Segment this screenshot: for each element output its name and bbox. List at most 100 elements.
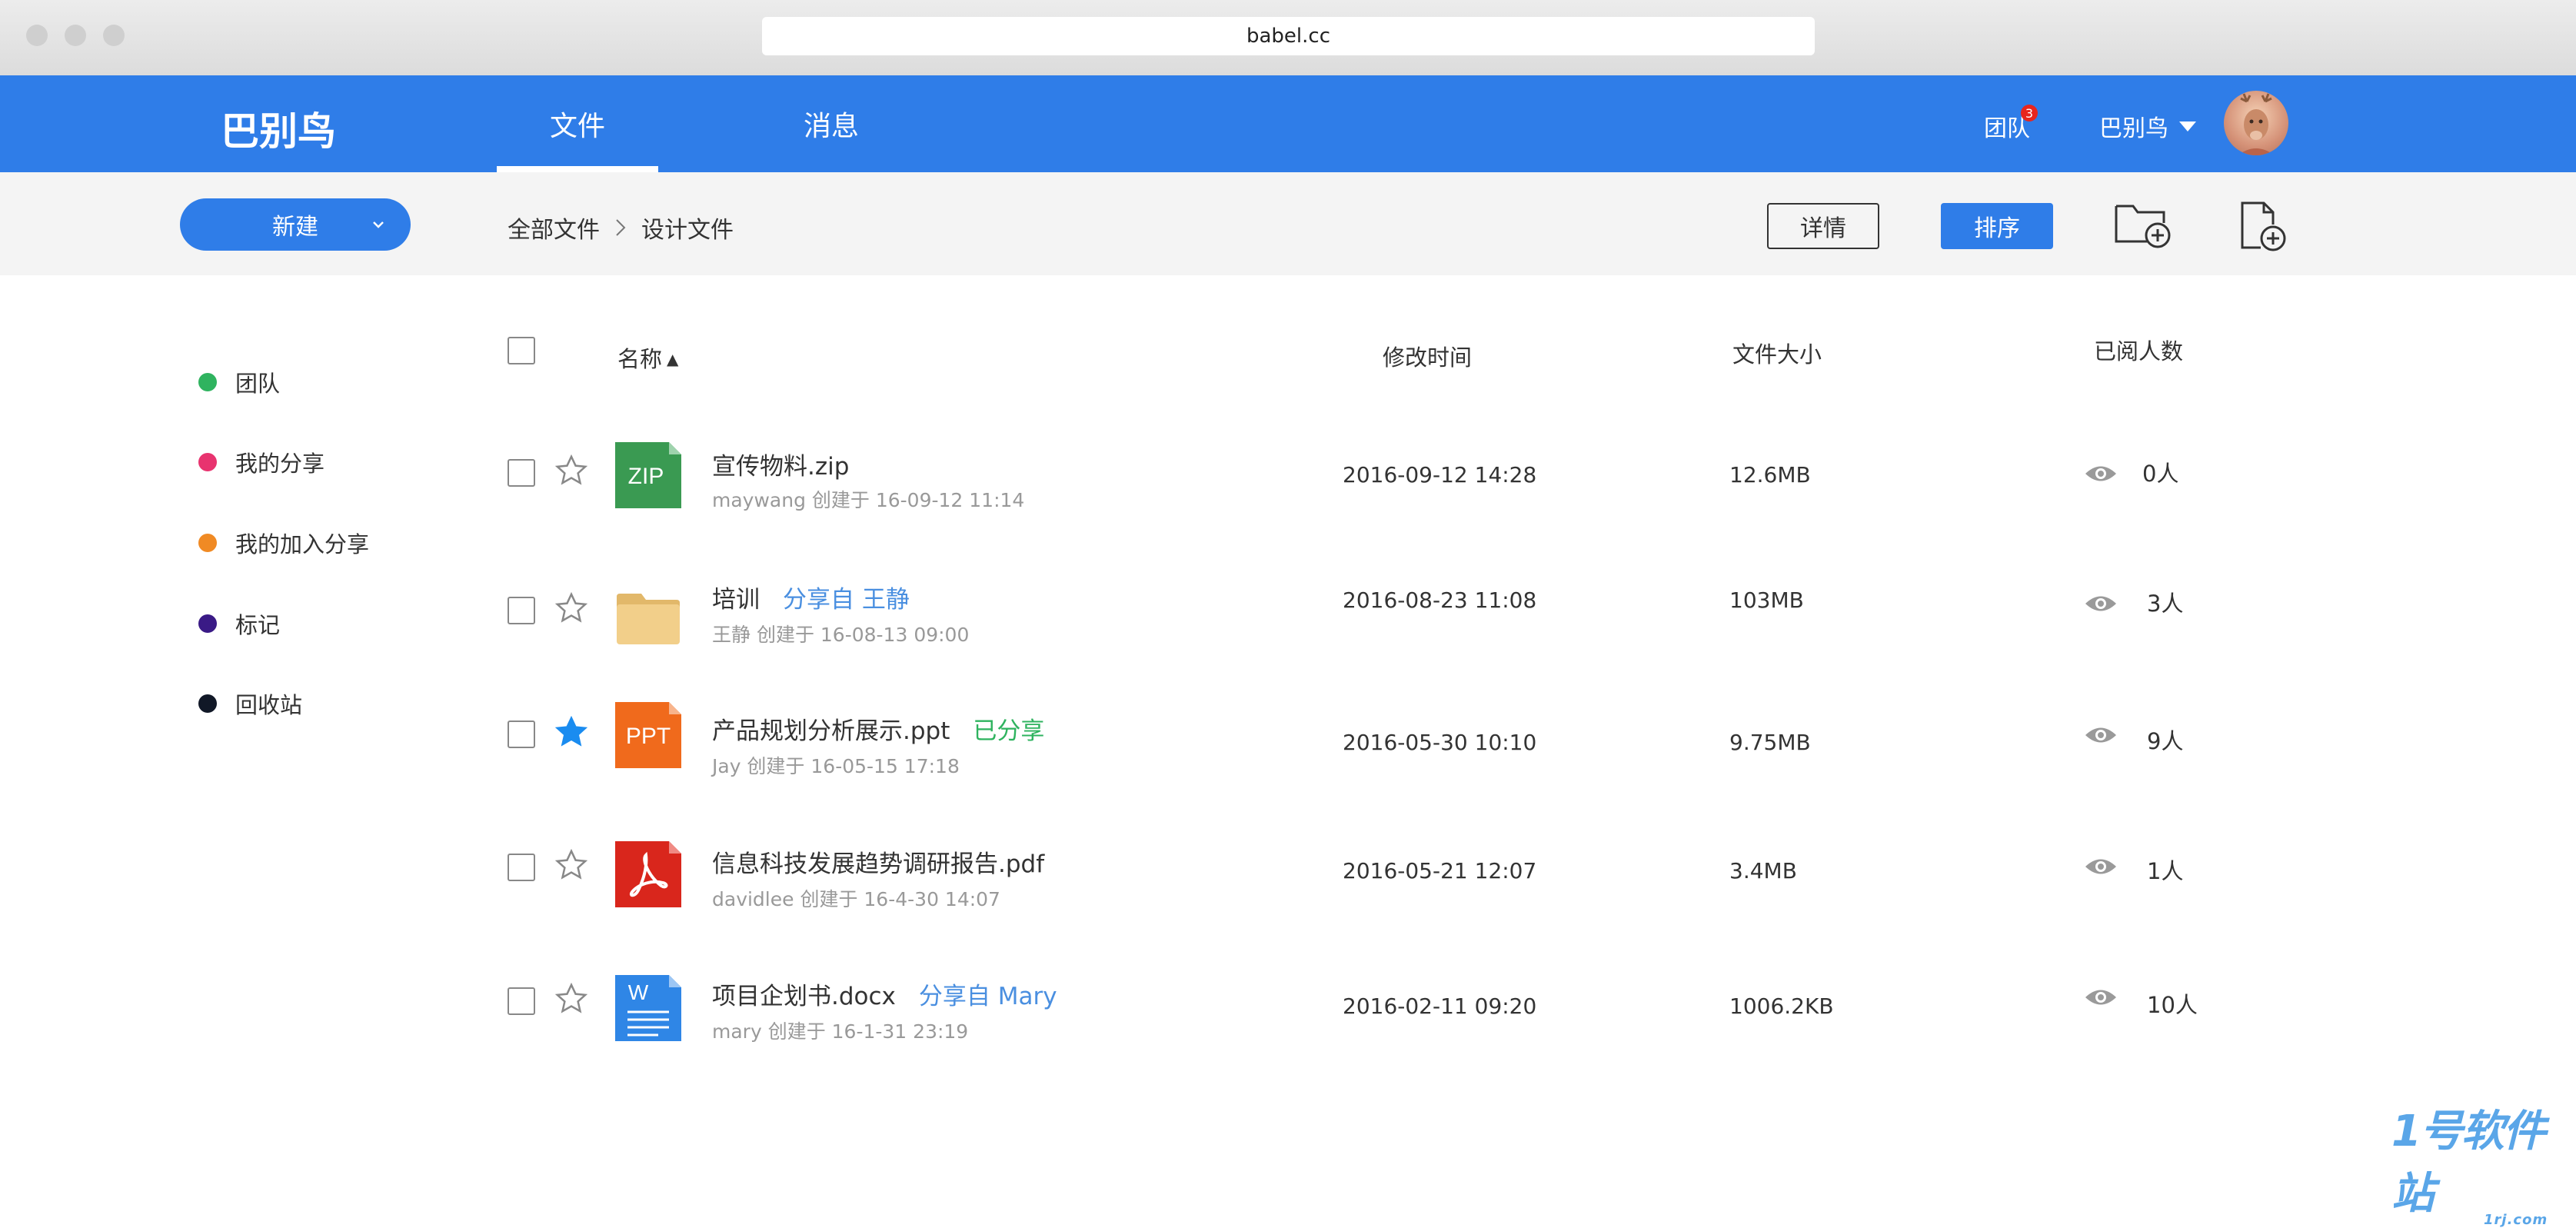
site-watermark: 1号软件站 1rj.com <box>2391 1097 2576 1228</box>
shared-tag: 已分享 <box>973 717 1045 745</box>
window-zoom-button[interactable] <box>103 25 125 46</box>
file-size: 3.4MB <box>1729 858 1797 884</box>
status-dot <box>198 534 217 552</box>
window-close-button[interactable] <box>26 25 48 46</box>
file-name[interactable]: 培训 分享自 王静 <box>712 580 910 614</box>
reader-count: 1人 <box>2147 858 2184 884</box>
deer-avatar-icon <box>2238 93 2275 155</box>
row-checkbox[interactable] <box>508 854 535 881</box>
new-folder-icon[interactable] <box>2113 198 2173 249</box>
file-size: 103MB <box>1729 587 1804 613</box>
sort-button-label: 排序 <box>1974 215 2020 242</box>
eye-icon <box>2085 859 2116 874</box>
file-meta: 王静 创建于 16-08-13 09:00 <box>712 624 970 646</box>
table-row[interactable]: PPT 产品规划分析展示.ppt 已分享 Jay 创建于 16-05-15 17:… <box>0 681 2576 788</box>
user-menu[interactable]: 巴别鸟 <box>2099 109 2196 143</box>
file-name-text: 宣传物料.zip <box>712 453 850 481</box>
file-meta: maywang 创建于 16-09-12 11:14 <box>712 489 1025 511</box>
ppt-icon-text: PPT <box>626 724 671 749</box>
zip-icon-text: ZIP <box>628 464 664 489</box>
file-name[interactable]: 产品规划分析展示.ppt 已分享 <box>712 711 1044 746</box>
star-outline-icon[interactable] <box>554 981 589 1017</box>
sidebar-item-team[interactable]: 团队 <box>198 366 280 398</box>
shared-from-tag: 分享自 Mary <box>918 983 1057 1010</box>
row-checkbox[interactable] <box>508 459 535 487</box>
new-button-label: 新建 <box>272 214 318 241</box>
notification-badge: 3 <box>2021 105 2038 121</box>
tab-files[interactable]: 文件 <box>497 75 658 172</box>
toolbar: 新建 全部文件 设计文件 详情 排序 <box>0 172 2576 275</box>
address-bar[interactable]: babel.cc <box>762 17 1815 55</box>
star-filled-icon[interactable] <box>554 714 589 750</box>
watermark-main: 1号软件站 <box>2391 1107 2546 1219</box>
avatar[interactable] <box>2224 91 2288 155</box>
zip-icon: ZIP <box>615 442 681 508</box>
watermark-sub: 1rj.com <box>2484 1212 2548 1228</box>
column-size[interactable]: 文件大小 <box>1732 337 1822 369</box>
file-size: 12.6MB <box>1729 462 1811 488</box>
table-row[interactable]: ZIP 宣传物料.zip maywang 创建于 16-09-12 11:14 … <box>0 419 2576 527</box>
table-row[interactable]: 信息科技发展趋势调研报告.pdf davidlee 创建于 16-4-30 14… <box>0 815 2576 923</box>
file-meta: Jay 创建于 16-05-15 17:18 <box>712 755 960 777</box>
folder-icon <box>617 594 680 644</box>
new-button[interactable]: 新建 <box>180 198 411 251</box>
word-icon-text: W <box>628 980 649 1004</box>
url-text: babel.cc <box>1246 25 1330 48</box>
word-icon: W <box>615 975 681 1041</box>
row-checkbox[interactable] <box>508 987 535 1015</box>
star-outline-icon[interactable] <box>554 453 589 488</box>
eye-icon <box>2085 466 2116 481</box>
column-name[interactable]: 名称 ▲ <box>617 341 678 374</box>
file-name-text: 产品规划分析展示.ppt <box>712 717 950 745</box>
details-button-label: 详情 <box>1800 215 1846 242</box>
pdf-icon <box>615 841 681 907</box>
brand-logo[interactable]: 巴别鸟 <box>221 101 336 156</box>
star-outline-icon[interactable] <box>554 847 589 883</box>
file-name[interactable]: 信息科技发展趋势调研报告.pdf <box>712 844 1044 879</box>
chevron-right-icon <box>616 219 626 236</box>
row-checkbox[interactable] <box>508 720 535 748</box>
file-name-text: 项目企划书.docx <box>712 983 896 1010</box>
eye-icon <box>2085 727 2116 743</box>
tab-messages-label: 消息 <box>803 111 859 142</box>
modified-time: 2016-05-30 10:10 <box>1343 730 1537 755</box>
column-name-label: 名称 <box>617 346 663 372</box>
file-name[interactable]: 宣传物料.zip <box>712 447 849 481</box>
reader-count: 10人 <box>2147 992 2198 1018</box>
file-meta: mary 创建于 16-1-31 23:19 <box>712 1020 969 1043</box>
breadcrumb-all-files[interactable]: 全部文件 <box>508 211 600 245</box>
star-outline-icon[interactable] <box>554 591 589 626</box>
user-name: 巴别鸟 <box>2099 115 2168 142</box>
file-size: 1006.2KB <box>1729 993 1834 1019</box>
file-name-text: 信息科技发展趋势调研报告.pdf <box>712 850 1045 878</box>
tab-files-label: 文件 <box>549 111 605 142</box>
row-checkbox[interactable] <box>508 597 535 624</box>
file-name[interactable]: 项目企划书.docx 分享自 Mary <box>712 977 1057 1011</box>
reader-count: 0人 <box>2142 461 2179 487</box>
sidebar-item-joined-shares[interactable]: 我的加入分享 <box>198 527 369 559</box>
details-button[interactable]: 详情 <box>1767 203 1879 249</box>
sort-button[interactable]: 排序 <box>1941 203 2053 249</box>
reader-count: 3人 <box>2147 591 2184 617</box>
modified-time: 2016-08-23 11:08 <box>1343 587 1537 613</box>
column-readers[interactable]: 已阅人数 <box>2094 334 2183 366</box>
file-size: 9.75MB <box>1729 730 1811 755</box>
modified-time: 2016-05-21 12:07 <box>1343 858 1537 884</box>
new-file-icon[interactable] <box>2238 198 2288 254</box>
select-all-checkbox[interactable] <box>508 337 535 364</box>
table-row[interactable]: W 项目企划书.docx 分享自 Mary mary 创建于 16-1-31 23… <box>0 949 2576 1057</box>
tab-messages[interactable]: 消息 <box>751 75 912 172</box>
breadcrumb: 全部文件 设计文件 <box>508 211 734 245</box>
browser-chrome: babel.cc <box>0 0 2576 76</box>
ppt-icon: PPT <box>615 702 681 768</box>
file-name-text: 培训 <box>712 586 760 614</box>
table-row[interactable]: 培训 分享自 王静 王静 创建于 16-08-13 09:00 2016-08-2… <box>0 557 2576 664</box>
sidebar-item-label: 我的加入分享 <box>235 531 370 557</box>
caret-down-icon <box>2179 121 2196 131</box>
column-modified[interactable]: 修改时间 <box>1383 340 1472 372</box>
modified-time: 2016-09-12 14:28 <box>1343 462 1537 488</box>
eye-icon <box>2085 990 2116 1005</box>
chevron-down-icon <box>373 221 384 228</box>
window-minimize-button[interactable] <box>65 25 86 46</box>
modified-time: 2016-02-11 09:20 <box>1343 993 1537 1019</box>
